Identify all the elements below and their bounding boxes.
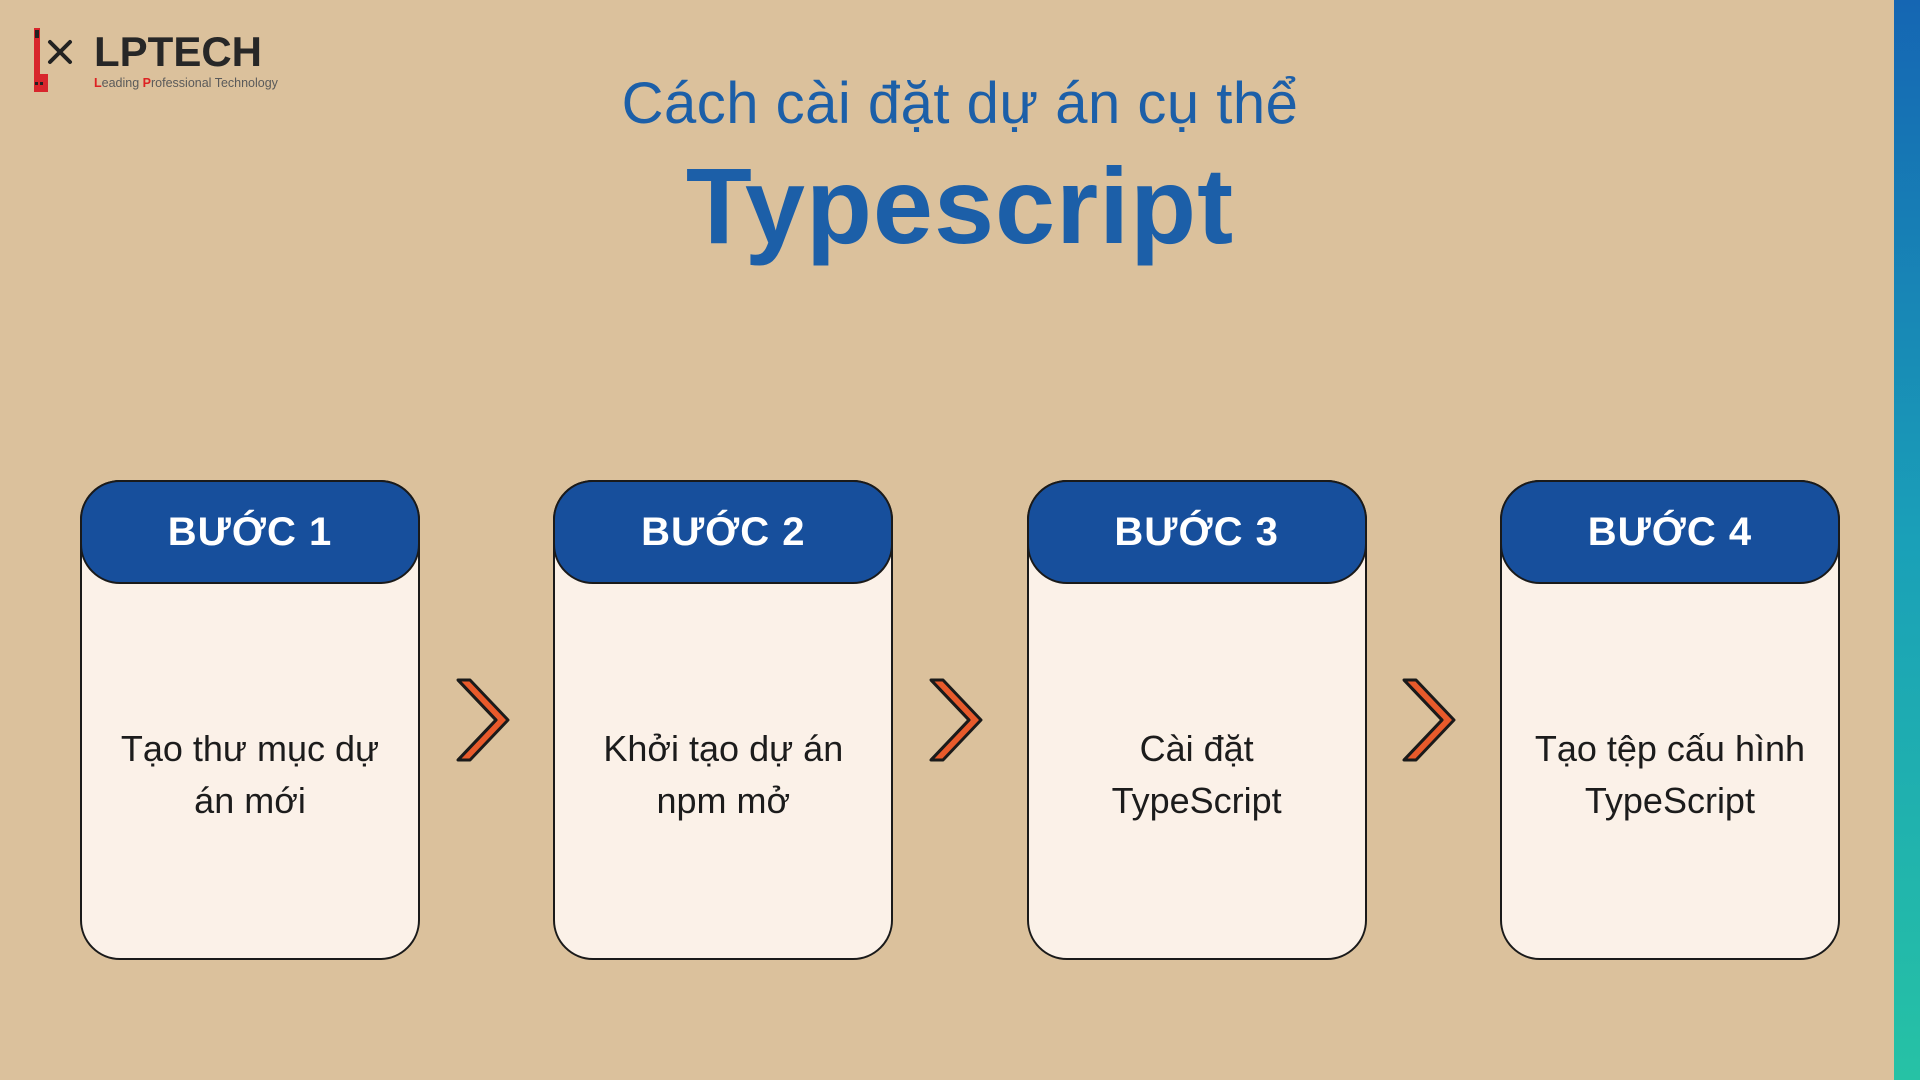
step-badge: BƯỚC 4	[1500, 480, 1840, 584]
steps-row: BƯỚC 1 Tạo thư mục dự án mới BƯỚC 2 Khởi…	[80, 480, 1840, 960]
step-desc: Khởi tạo dự án npm mở	[583, 723, 863, 827]
step-badge: BƯỚC 1	[80, 480, 420, 584]
step-desc: Cài đặt TypeScript	[1057, 723, 1337, 827]
step-card-1: BƯỚC 1 Tạo thư mục dự án mới	[80, 480, 420, 960]
logo-text-main: LPTECH	[94, 31, 278, 73]
chevron-right-icon	[451, 672, 523, 768]
step-badge: BƯỚC 3	[1027, 480, 1367, 584]
step-desc: Tạo tệp cấu hình TypeScript	[1530, 723, 1810, 827]
title-line-2: Typescript	[0, 143, 1920, 268]
step-card-4: BƯỚC 4 Tạo tệp cấu hình TypeScript	[1500, 480, 1840, 960]
page-heading: Cách cài đặt dự án cụ thể Typescript	[0, 70, 1920, 268]
step-badge: BƯỚC 2	[553, 480, 893, 584]
title-line-1: Cách cài đặt dự án cụ thể	[0, 70, 1920, 137]
step-desc: Tạo thư mục dự án mới	[110, 723, 390, 827]
step-card-2: BƯỚC 2 Khởi tạo dự án npm mở	[553, 480, 893, 960]
chevron-right-icon	[924, 672, 996, 768]
chevron-right-icon	[1397, 672, 1469, 768]
step-card-3: BƯỚC 3 Cài đặt TypeScript	[1027, 480, 1367, 960]
